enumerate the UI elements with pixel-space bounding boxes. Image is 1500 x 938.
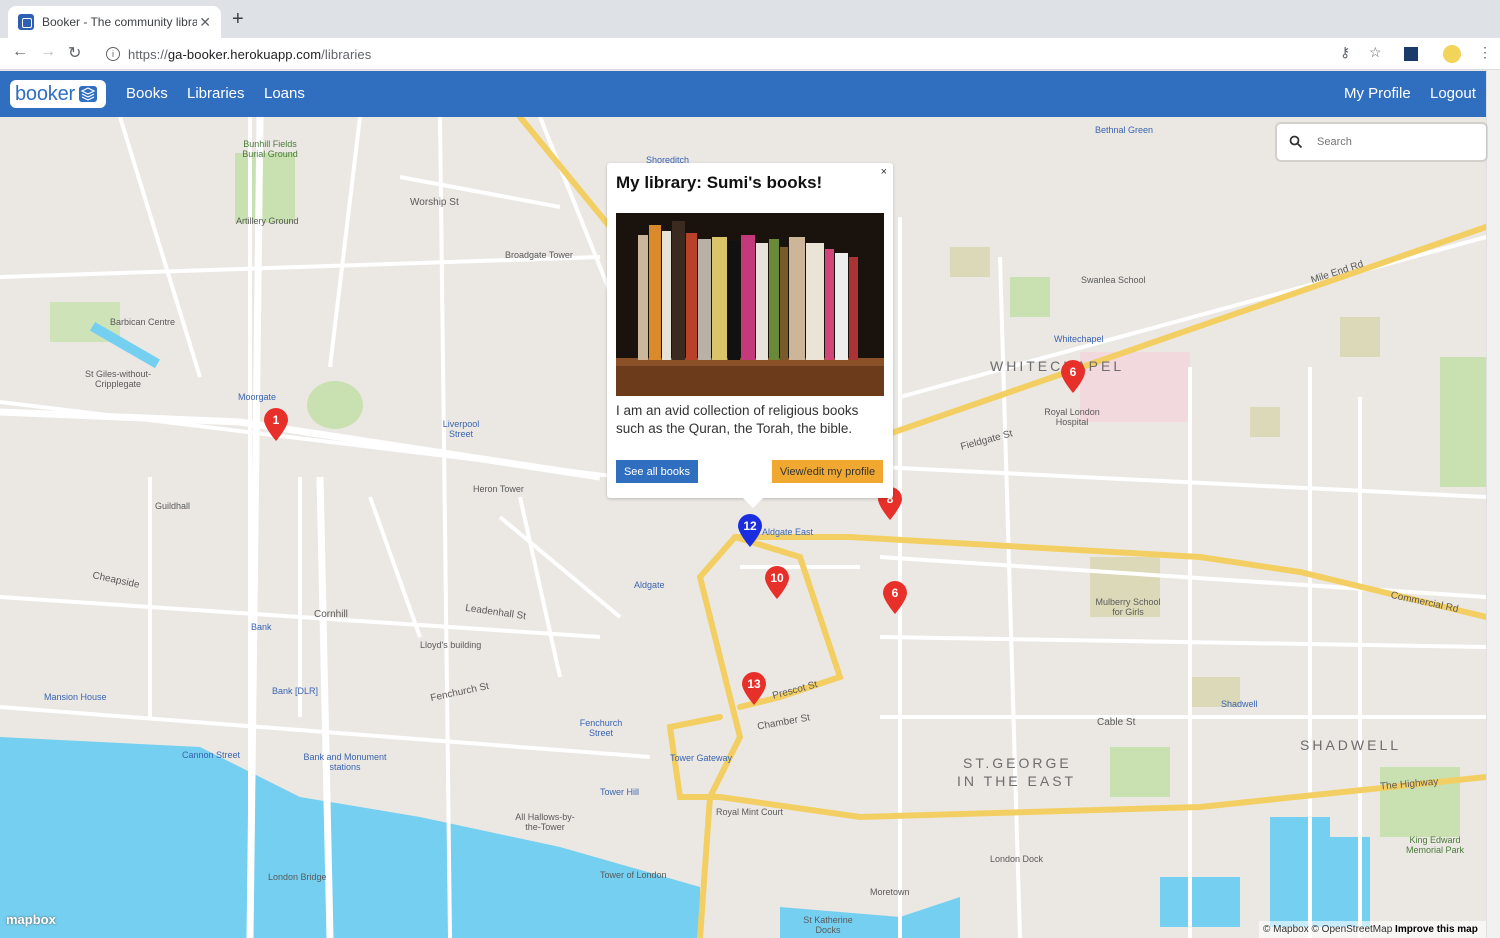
- poi-king-edward-park: King Edward Memorial Park: [1405, 835, 1464, 855]
- poi-st-giles: St Giles-without-Cripplegate: [84, 369, 152, 389]
- browser-tab[interactable]: Booker - The community librar ✕: [8, 6, 221, 38]
- library-marker[interactable]: 1: [263, 408, 289, 442]
- area-label-st-george: ST.GEORGE: [963, 755, 1072, 771]
- nav-libraries-link[interactable]: Libraries: [187, 85, 245, 102]
- station-bethnal-green: Bethnal Green: [1095, 125, 1154, 135]
- info-icon[interactable]: i: [106, 47, 120, 61]
- nav-logout-link[interactable]: Logout: [1430, 85, 1476, 102]
- url-field[interactable]: i https://ga-booker.herokuapp.com/librar…: [98, 41, 1398, 67]
- see-all-books-button[interactable]: See all books: [616, 460, 698, 483]
- extension-icon[interactable]: [1404, 47, 1418, 61]
- brand-text: booker: [15, 82, 75, 105]
- nav-my-profile-link[interactable]: My Profile: [1344, 85, 1411, 102]
- popup-tip: [743, 498, 763, 508]
- tab-close-icon[interactable]: ✕: [199, 14, 211, 31]
- station-cannon-street: Cannon Street: [182, 750, 241, 760]
- poi-artillery-ground: Artillery Ground: [236, 216, 299, 226]
- bookmark-star-icon[interactable]: ☆: [1369, 44, 1382, 61]
- area-label-whitechapel: WHITECHAPEL: [990, 358, 1125, 374]
- station-bank: Bank: [251, 622, 272, 632]
- popup-description: I am an avid collection of religious boo…: [616, 403, 859, 436]
- poi-heron-tower: Heron Tower: [473, 484, 524, 494]
- poi-london-bridge: London Bridge: [268, 872, 327, 882]
- station-fenchurch-street: Fenchurch Street: [579, 718, 623, 738]
- attrib-improve[interactable]: Improve this map: [1395, 924, 1478, 935]
- menu-dots-icon[interactable]: ⋮: [1478, 44, 1492, 61]
- page-scrollbar[interactable]: [1486, 70, 1500, 938]
- popup-close-icon[interactable]: ×: [881, 166, 887, 178]
- brand-logo[interactable]: booker: [10, 80, 106, 108]
- area-label-in-the-east: IN THE EAST: [957, 773, 1077, 789]
- url-host: ga-booker.herokuapp.com: [167, 46, 322, 62]
- station-liverpool-street: Liverpool Street: [442, 419, 480, 439]
- popup-title: My library: Sumi's books!: [616, 173, 823, 192]
- tab-title: Booker - The community librar: [42, 15, 197, 29]
- area-label-shadwell: SHADWELL: [1300, 737, 1402, 753]
- poi-moretown: Moretown: [870, 887, 910, 897]
- street-cornhill: Cornhill: [314, 609, 348, 620]
- map-search[interactable]: [1277, 124, 1486, 160]
- station-bank-dlr: Bank [DLR]: [272, 686, 319, 696]
- library-marker-selected[interactable]: 12: [737, 514, 763, 548]
- station-aldgate: Aldgate: [634, 580, 665, 590]
- search-icon: [1289, 135, 1303, 149]
- poi-guildhall: Guildhall: [155, 501, 191, 511]
- poi-london-dock: London Dock: [990, 854, 1044, 864]
- forward-icon[interactable]: →: [40, 43, 56, 61]
- library-marker[interactable]: 13: [741, 672, 767, 706]
- poi-royal-london-hospital: Royal London Hospital: [1044, 407, 1100, 427]
- station-tower-gateway: Tower Gateway: [670, 753, 733, 763]
- poi-royal-mint-court: Royal Mint Court: [716, 807, 784, 817]
- poi-barbican: Barbican Centre: [110, 317, 176, 327]
- url-scheme: https://: [128, 46, 168, 62]
- poi-lloyds: Lloyd's building: [420, 640, 482, 650]
- station-aldgate-east: Aldgate East: [762, 527, 814, 537]
- library-marker[interactable]: 6: [882, 581, 908, 615]
- view-edit-profile-button[interactable]: View/edit my profile: [772, 460, 883, 483]
- station-shadwell: Shadwell: [1221, 699, 1258, 709]
- attrib-osm[interactable]: © OpenStreetMap: [1312, 924, 1393, 935]
- street-worship-st: Worship St: [410, 197, 459, 208]
- poi-bunhill-fields: Bunhill Fields Burial Ground: [242, 139, 298, 159]
- library-marker[interactable]: 6: [1060, 360, 1086, 394]
- station-tower-hill: Tower Hill: [600, 787, 640, 797]
- new-tab-icon[interactable]: +: [232, 8, 244, 31]
- station-moorgate: Moorgate: [238, 392, 277, 402]
- booker-favicon-icon: [18, 14, 34, 30]
- library-marker[interactable]: 10: [764, 566, 790, 600]
- poi-broadgate-tower: Broadgate Tower: [505, 250, 573, 260]
- app-navbar: booker Books Libraries Loans My Profile …: [0, 71, 1486, 117]
- profile-avatar-icon[interactable]: [1443, 45, 1461, 63]
- books-stack-icon: [78, 86, 97, 102]
- map-attribution: © Mapbox © OpenStreetMap Improve this ma…: [1259, 921, 1486, 938]
- station-mansion-house: Mansion House: [44, 692, 107, 702]
- attrib-mapbox[interactable]: © Mapbox: [1263, 924, 1309, 935]
- poi-all-hallows: All Hallows-by-the-Tower: [515, 812, 575, 832]
- search-input[interactable]: [1317, 136, 1467, 148]
- mapbox-logo[interactable]: mapbox: [6, 912, 56, 927]
- street-cable-st: Cable St: [1097, 717, 1136, 728]
- station-whitechapel: Whitechapel: [1054, 334, 1104, 344]
- browser-tab-bar: Booker - The community librar ✕ +: [0, 0, 1500, 38]
- poi-mulberry-school: Mulberry School for Girls: [1095, 597, 1161, 617]
- poi-tower-of-london: Tower of London: [600, 870, 667, 880]
- poi-swanlea-school: Swanlea School: [1081, 275, 1146, 285]
- nav-loans-link[interactable]: Loans: [264, 85, 305, 102]
- reload-icon[interactable]: ↻: [68, 43, 81, 63]
- browser-address-bar: ← → ↻ i https://ga-booker.herokuapp.com/…: [0, 38, 1500, 70]
- back-icon[interactable]: ←: [12, 43, 28, 61]
- url-path: /libraries: [321, 46, 372, 62]
- poi-st-katherine-docks: St Katherine Docks: [803, 915, 853, 935]
- library-popup: × My library: Sumi's books! I am an avid…: [607, 163, 893, 508]
- nav-books-link[interactable]: Books: [126, 85, 168, 102]
- station-bank-monument: Bank and Monument stations: [303, 752, 387, 772]
- library-photo: [616, 213, 884, 396]
- key-icon[interactable]: ⚷: [1340, 44, 1350, 61]
